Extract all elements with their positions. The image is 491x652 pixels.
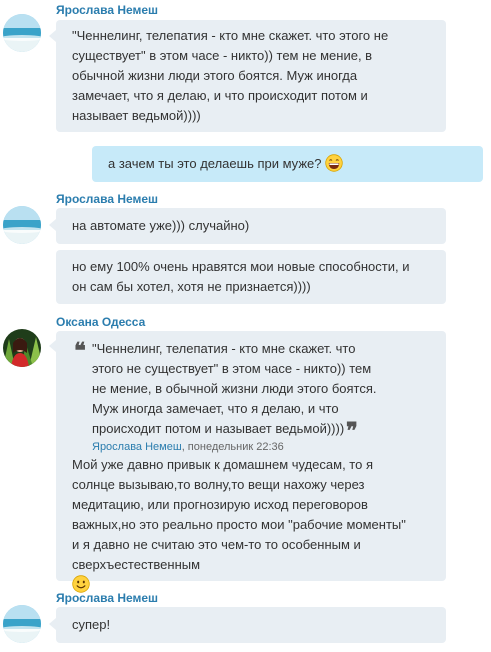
beach-avatar-icon <box>3 605 41 643</box>
outgoing-message-bubble: а зачем ты это делаешь при муже? <box>92 146 483 182</box>
beach-avatar-icon <box>3 206 41 244</box>
laughing-emoji-icon <box>325 154 343 172</box>
close-quote-icon: ❞ <box>346 418 358 444</box>
open-quote-icon: ❝ <box>74 338 86 364</box>
message-bubble: "Ченнелинг, телепатия - кто мне скажет. … <box>56 20 446 132</box>
quote-author[interactable]: Ярослава Немеш <box>92 441 182 453</box>
message-text: Мой уже давно привык к домашнем чудесам,… <box>72 455 442 595</box>
quote-attribution: Ярослава Немеш, понедельник 22:36 <box>92 437 284 457</box>
avatar-yaroslava[interactable] <box>3 605 41 643</box>
message-text: "Ченнелинг, телепатия - кто мне скажет. … <box>72 28 389 123</box>
sender-name[interactable]: Ярослава Немеш <box>56 591 158 605</box>
message-text: а зачем ты это делаешь при муже? <box>108 156 322 171</box>
message-text: на автомате уже))) случайно) <box>72 218 250 233</box>
message-bubble: супер! <box>56 607 446 643</box>
sender-name[interactable]: Оксана Одесса <box>56 315 145 329</box>
message-text: супер! <box>72 617 111 632</box>
portrait-avatar-icon <box>3 329 41 367</box>
reply-text: Мой уже давно привык к домашнем чудесам,… <box>72 457 406 572</box>
quoted-text: "Ченнелинг, телепатия - кто мне скажет. … <box>92 341 377 436</box>
message-text: но ему 100% очень нравятся мои новые спо… <box>72 259 410 294</box>
avatar-yaroslava[interactable] <box>3 206 41 244</box>
avatar-yaroslava[interactable] <box>3 14 41 52</box>
sender-name[interactable]: Ярослава Немеш <box>56 192 158 206</box>
sender-name[interactable]: Ярослава Немеш <box>56 3 158 17</box>
message-bubble: но ему 100% очень нравятся мои новые спо… <box>56 250 446 304</box>
beach-avatar-icon <box>3 14 41 52</box>
message-bubble: на автомате уже))) случайно) <box>56 208 446 244</box>
quote-timestamp: , понедельник 22:36 <box>181 441 284 453</box>
avatar-oksana[interactable] <box>3 329 41 367</box>
message-bubble: ❝ "Ченнелинг, телепатия - кто мне скажет… <box>56 331 446 593</box>
